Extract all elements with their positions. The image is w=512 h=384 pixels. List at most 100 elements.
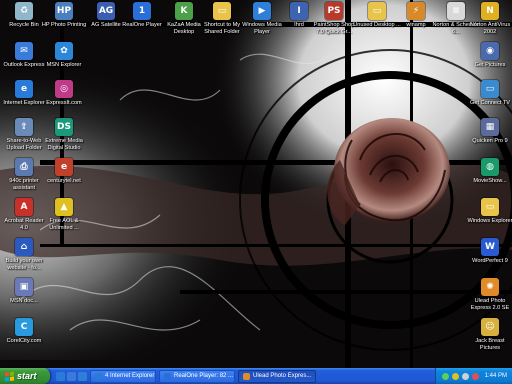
volume-icon[interactable] (461, 372, 469, 380)
desktop-icon[interactable]: ◉ Get Pictures (466, 42, 512, 69)
taskbar-button-label: RealOne Player: 82 ... (174, 373, 234, 379)
clock[interactable]: 1:44 PM (485, 373, 507, 379)
desktop-icon-label: Get Pictures (474, 62, 506, 68)
desktop-icon-label: Get Connect TV (469, 100, 510, 106)
expressit-icon: ◎ (55, 80, 73, 98)
desktop-icon-label: Extreme Media Digital Studio (45, 138, 83, 151)
desktop-icon-label: WordPerfect 9 (472, 258, 508, 264)
acrobat-icon: A (15, 198, 33, 216)
desktop-icon-label: winamp (406, 22, 426, 28)
desktop-icon[interactable]: N Norton AntiVirus 2002 (466, 2, 512, 35)
digital-studio-icon: DS (55, 118, 73, 136)
wordperfect-icon: W (481, 238, 499, 256)
antivirus-icon[interactable] (451, 372, 459, 380)
antivirus-icon: N (481, 2, 499, 20)
desktop-icon[interactable]: HP HP Photo Printing (40, 2, 88, 29)
aol-icon: ▲ (55, 198, 73, 216)
windows-flag-icon (5, 371, 14, 381)
centurytel-icon: e (55, 158, 73, 176)
desktop-icon-label: Norton AntiVirus 2002 (469, 22, 511, 35)
upload-folder-icon: ⇪ (15, 118, 33, 136)
program-icon: I (290, 2, 308, 20)
start-button[interactable]: start (0, 368, 50, 384)
desktop-icon-label: MSN doc... (10, 298, 38, 304)
winamp-icon: ⚡ (407, 2, 425, 20)
network-icon[interactable] (441, 372, 449, 380)
desktop-icon-label: RealOne Player (122, 22, 162, 28)
desktop-icon[interactable]: DS Extreme Media Digital Studio (40, 118, 88, 151)
media-player-icon[interactable] (78, 371, 87, 381)
desktop-icon[interactable]: C CorelCity.com (0, 318, 48, 345)
desktop-icon[interactable]: ◎ ExpressIt.com (40, 80, 88, 107)
desktop-icon-label: Ihrd (294, 22, 304, 28)
internet-explorer-icon: e (15, 80, 33, 98)
desktop-icon-label: Recycle Bin (9, 22, 39, 28)
kazaa-icon: K (175, 2, 193, 20)
camera-icon: ◉ (481, 42, 499, 60)
desktop-icon[interactable]: ▭ Windows Explorer (466, 198, 512, 225)
recycle-bin-icon: ♻ (15, 2, 33, 20)
desktop-icon-label: Free AOL & Unlimited ... (49, 218, 79, 231)
desktop-icon-label: HP Photo Printing (41, 22, 87, 28)
internet-explorer-icon (95, 372, 102, 380)
desktop-icon[interactable]: ⌂ Build your own website - fo... (0, 238, 48, 271)
desktop-icon-label: Outlook Express (3, 62, 45, 68)
desktop-icon[interactable]: ◍ MovieShow... (466, 158, 512, 185)
satellite-icon: AG (97, 2, 115, 20)
movie-icon: ◍ (481, 158, 499, 176)
ulead-icon: ✺ (481, 278, 499, 296)
system-tray: 1:44 PM (434, 368, 512, 384)
taskbar-button[interactable]: Ulead Photo Expres... (238, 369, 316, 383)
quick-launch (56, 371, 87, 381)
folder-icon: ▭ (213, 2, 231, 20)
desktop-icon-label: Windows Explorer (467, 218, 512, 224)
desktop-icon-label: MSN Explorer (46, 62, 82, 68)
desktop-icon[interactable]: ☺ Jack Breast Pictures (466, 318, 512, 351)
document-icon: ≡ (447, 2, 465, 20)
task-list: 4 Internet Explorer RealOne Player: 82 ..… (87, 369, 316, 383)
explorer-icon: ▭ (481, 198, 499, 216)
website-icon: ⌂ (15, 238, 33, 256)
desktop-icon[interactable]: ▲ Free AOL & Unlimited ... (40, 198, 88, 231)
desktop-icon-label: Jack Breast Pictures (475, 338, 505, 351)
desktop-icon[interactable]: PS PaintShop Shop 7.0 Quick Gr... (310, 2, 358, 35)
taskbar-button-label: Ulead Photo Expres... (253, 373, 312, 379)
desktop-icon-label: Ulead Photo Express 2.0 SE (470, 298, 510, 311)
start-label: start (17, 371, 37, 381)
outlook-icon[interactable] (67, 371, 76, 381)
taskbar-button[interactable]: RealOne Player: 82 ... (159, 369, 235, 383)
desktop-icon-label: MovieShow... (473, 178, 507, 184)
desktop-icon[interactable]: 1 RealOne Player (118, 2, 166, 29)
corel-icon: C (15, 318, 33, 336)
folder-icon: ▭ (368, 2, 386, 20)
msn-doc-icon: ▣ (15, 278, 33, 296)
ulead-icon (243, 372, 250, 380)
desktop[interactable]: ♻ Recycle Bin HP HP Photo Printing AG AG Sate… (0, 0, 512, 368)
desktop-icon[interactable]: ✺ Ulead Photo Express 2.0 SE (466, 278, 512, 311)
taskbar-button[interactable]: 4 Internet Explorer (90, 369, 156, 383)
desktop-icon-label: Internet Explorer (3, 100, 45, 106)
desktop-icon-label: Quicken Pro 9 (472, 138, 508, 144)
printer-icon: ⎙ (15, 158, 33, 176)
desktop-icon[interactable]: ✿ MSN Explorer (40, 42, 88, 69)
desktop-icon[interactable]: ▦ Quicken Pro 9 (466, 118, 512, 145)
msn-icon: ✿ (55, 42, 73, 60)
desktop-icon-label: centurytel.net (47, 178, 81, 184)
calculator-icon: ▦ (481, 118, 499, 136)
internet-explorer-icon[interactable] (56, 371, 65, 381)
realone-icon: 1 (133, 2, 151, 20)
desktop-icon[interactable]: e centurytel.net (40, 158, 88, 185)
desktop-icon[interactable]: ▣ MSN doc... (0, 278, 48, 305)
outlook-icon: ✉ (15, 42, 33, 60)
media-player-icon: ▶ (253, 2, 271, 20)
desktop-icon[interactable]: W WordPerfect 9 (466, 238, 512, 265)
desktop-icon-label: CorelCity.com (6, 338, 42, 344)
desktop-icon-label: PaintShop Shop 7.0 Quick Gr... (313, 22, 355, 35)
paintshop-icon: PS (325, 2, 343, 20)
desktop-icon-label: Build your own website - fo... (5, 258, 43, 271)
desktop-icon-label: AG Satellite (91, 22, 121, 28)
desktop-icon[interactable]: ▭ Get Connect TV (466, 80, 512, 107)
people-icon: ☺ (481, 318, 499, 336)
tv-icon: ▭ (481, 80, 499, 98)
realone-tray-icon[interactable] (471, 372, 479, 380)
